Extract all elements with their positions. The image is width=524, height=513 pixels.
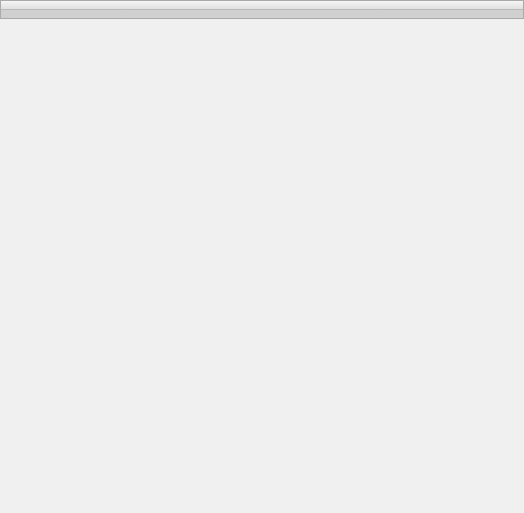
shapes-grid (1, 10, 523, 18)
title-bar (1, 1, 523, 10)
main-window (0, 0, 524, 19)
